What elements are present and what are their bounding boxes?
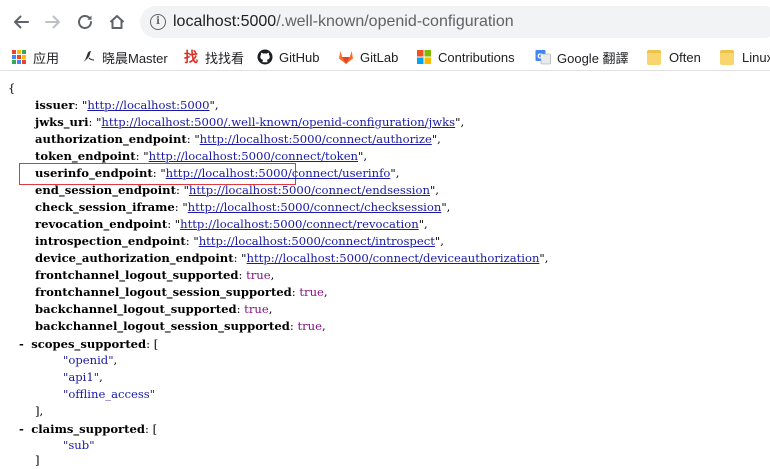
json-key: token_endpoint [35, 149, 136, 163]
bookmark-label: Google 翻譯 [557, 50, 629, 66]
forward-button[interactable] [40, 9, 66, 35]
json-link-issuer[interactable]: http://localhost:5000 [87, 98, 209, 112]
bookmarks-bar: 应用 晓晨Master 找 找找看 GitHub GitLab Contribu… [0, 44, 770, 71]
github-icon [257, 49, 273, 65]
json-row-introspection-endpoint: introspection_endpoint: "http://localhos… [35, 234, 444, 248]
json-link-introspection-endpoint[interactable]: http://localhost:5000/connect/introspect [199, 234, 435, 248]
json-key: frontchannel_logout_supported [35, 268, 239, 282]
json-row-end-session-endpoint: end_session_endpoint: "http://localhost:… [35, 183, 439, 197]
json-key: backchannel_logout_supported [35, 302, 237, 316]
bookmark-apps[interactable]: 应用 [12, 48, 59, 66]
json-key: claims_supported [31, 422, 146, 436]
json-row-issuer: issuer: "http://localhost:5000", [35, 98, 219, 112]
json-key: authorization_endpoint [35, 132, 187, 146]
json-link-end-session-endpoint[interactable]: http://localhost:5000/connect/endsession [189, 183, 430, 197]
json-key: frontchannel_logout_session_supported [35, 285, 292, 299]
bookmark-label: 晓晨Master [102, 50, 168, 66]
json-array-item: "sub" [63, 438, 95, 452]
url-path: /.well-known/openid-configuration [276, 13, 514, 30]
json-boolean: true [297, 319, 323, 333]
json-row-scopes-supported: - scopes_supported: [ [19, 337, 159, 351]
json-viewer: { issuer: "http://localhost:5000", jwks_… [0, 70, 770, 467]
bookmark-google-translate[interactable]: G Google 翻譯 [535, 48, 629, 66]
search-site-icon: 找 [184, 49, 198, 65]
json-row-frontchannel-logout-session-supported: frontchannel_logout_session_supported: t… [35, 285, 328, 299]
bookmark-label: Linux [742, 49, 770, 65]
forward-arrow-icon [45, 15, 60, 29]
json-key: jwks_uri [35, 115, 89, 129]
json-link-revocation-endpoint[interactable]: http://localhost:5000/connect/revocation [180, 217, 419, 231]
bookmark-label: GitHub [279, 49, 320, 65]
json-row-token-endpoint: token_endpoint: "http://localhost:5000/c… [35, 149, 368, 163]
bookmark-gitlab[interactable]: GitLab [338, 48, 398, 66]
folder-icon [647, 49, 661, 65]
json-array-close: ] [35, 453, 40, 467]
json-link-jwks-uri[interactable]: http://localhost:5000/.well-known/openid… [101, 115, 455, 129]
url-host: localhost:5000 [173, 13, 277, 30]
json-row-userinfo-endpoint: userinfo_endpoint: "http://localhost:500… [35, 166, 400, 180]
site-info-icon[interactable]: i [150, 14, 166, 30]
bookmark-contributions[interactable]: Contributions [416, 48, 515, 66]
home-button[interactable] [104, 9, 130, 35]
json-key: device_authorization_endpoint [35, 251, 234, 265]
json-link-userinfo-endpoint[interactable]: http://localhost:5000/connect/userinfo [166, 166, 391, 180]
json-row-claims-supported: - claims_supported: [ [19, 422, 158, 436]
browser-toolbar: i localhost:5000/.well-known/openid-conf… [0, 0, 770, 44]
json-row-backchannel-logout-session-supported: backchannel_logout_session_supported: tr… [35, 319, 326, 333]
json-key: introspection_endpoint [35, 234, 186, 248]
json-array-item: "offline_access" [63, 387, 156, 401]
json-open-brace: { [8, 81, 16, 95]
bookmark-folder-often[interactable]: Often [647, 48, 701, 66]
json-key: revocation_endpoint [35, 217, 168, 231]
apps-grid-icon [12, 50, 26, 64]
json-key: issuer [35, 98, 75, 112]
json-row-jwks-uri: jwks_uri: "http://localhost:5000/.well-k… [35, 115, 465, 129]
json-row-revocation-endpoint: revocation_endpoint: "http://localhost:5… [35, 217, 428, 231]
bookmark-folder-linux[interactable]: Linux [720, 48, 770, 66]
folder-icon [720, 49, 734, 65]
bookmark-blog[interactable]: 晓晨Master [80, 48, 168, 66]
svg-text:G: G [537, 53, 543, 61]
json-row-authorization-endpoint: authorization_endpoint: "http://localhos… [35, 132, 441, 146]
windows-icon [417, 50, 431, 64]
json-row-device-authorization-endpoint: device_authorization_endpoint: "http://l… [35, 251, 549, 265]
json-link-check-session-iframe[interactable]: http://localhost:5000/connect/checksessi… [188, 200, 442, 214]
back-arrow-icon [14, 15, 29, 29]
bookmark-label: GitLab [360, 49, 399, 65]
translate-icon: G [535, 50, 551, 65]
json-array-item: "api1", [63, 370, 103, 384]
json-boolean: true [299, 285, 324, 299]
back-button[interactable] [8, 9, 34, 35]
home-icon [109, 15, 125, 29]
reload-button[interactable] [72, 9, 98, 35]
json-key: userinfo_endpoint [35, 166, 153, 180]
bookmark-search-site[interactable]: 找 找找看 [183, 48, 244, 66]
json-array-item: "openid", [63, 353, 118, 367]
json-row-backchannel-logout-supported: backchannel_logout_supported: true, [35, 302, 273, 316]
bookmark-label: 找找看 [205, 50, 245, 66]
json-key: backchannel_logout_session_supported [35, 319, 290, 333]
json-boolean: true [244, 302, 269, 316]
json-key: check_session_iframe [35, 200, 175, 214]
json-key: end_session_endpoint [35, 183, 176, 197]
json-link-device-authorization-endpoint[interactable]: http://localhost:5000/connect/deviceauth… [247, 251, 540, 265]
address-bar[interactable]: i localhost:5000/.well-known/openid-conf… [140, 6, 770, 38]
bookmark-label: Contributions [438, 49, 515, 65]
blog-icon [83, 51, 95, 62]
json-link-token-endpoint[interactable]: http://localhost:5000/connect/token [149, 149, 358, 163]
bookmark-label: Often [669, 49, 701, 65]
json-row-check-session-iframe: check_session_iframe: "http://localhost:… [35, 200, 451, 214]
json-array-close: ], [35, 404, 44, 418]
bookmark-label: 应用 [33, 50, 60, 66]
bookmark-github[interactable]: GitHub [257, 48, 319, 66]
json-row-frontchannel-logout-supported: frontchannel_logout_supported: true, [35, 268, 275, 282]
gitlab-icon [339, 51, 353, 64]
url-text[interactable]: localhost:5000/.well-known/openid-config… [173, 13, 514, 31]
json-key: scopes_supported [31, 337, 147, 351]
json-boolean: true [246, 268, 271, 282]
json-link-authorization-endpoint[interactable]: http://localhost:5000/connect/authorize [200, 132, 432, 146]
reload-icon [78, 15, 92, 29]
